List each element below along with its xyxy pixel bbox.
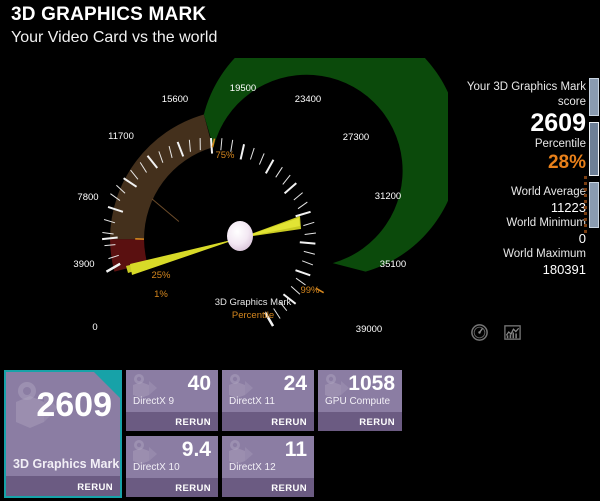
gauge-percentile-label: 75% bbox=[215, 150, 235, 161]
gauge-hub bbox=[227, 221, 253, 251]
tile-score: 24 bbox=[283, 372, 307, 395]
rerun-button[interactable]: RERUN bbox=[77, 482, 113, 493]
gauge-tick-label: 0 bbox=[92, 322, 97, 333]
score-label: Your 3D Graphics Mark score bbox=[466, 81, 586, 108]
gauge-caption-sub: Percentile bbox=[231, 310, 275, 321]
tile-name: DirectX 10 bbox=[133, 462, 180, 473]
tile-score: 11 bbox=[284, 438, 307, 461]
scrollbar-dots bbox=[584, 176, 587, 236]
tile-name: DirectX 11 bbox=[229, 396, 275, 407]
world-minimum-value: 0 bbox=[578, 231, 586, 246]
gauge-tick-label: 11700 bbox=[108, 131, 134, 142]
tile-directx-10[interactable]: 9.4 DirectX 10 RERUN bbox=[126, 436, 218, 497]
percentile-value: 28% bbox=[547, 152, 586, 173]
tile-directx-12[interactable]: 11 DirectX 12 RERUN bbox=[222, 436, 314, 497]
rerun-button[interactable]: RERUN bbox=[271, 483, 307, 494]
gauge-percentile-label: 99% bbox=[300, 285, 320, 296]
gauge-percentile-label: 1% bbox=[154, 289, 168, 300]
world-minimum-label: World Minimum bbox=[506, 217, 586, 229]
tile-name: GPU Compute bbox=[325, 396, 391, 407]
world-maximum-label: World Maximum bbox=[503, 248, 586, 260]
gauge-band-divider bbox=[151, 198, 180, 222]
tile-name: 3D Graphics Mark bbox=[13, 457, 120, 471]
gauge-caption-main: 3D Graphics Mark bbox=[214, 297, 292, 308]
gauge-tick-label: 31200 bbox=[375, 191, 401, 202]
scrollbar-thumb[interactable] bbox=[589, 122, 599, 176]
rerun-button[interactable]: RERUN bbox=[175, 483, 211, 494]
tile-score: 1058 bbox=[348, 372, 395, 395]
tile-name: DirectX 12 bbox=[229, 462, 276, 473]
results-tiles: 2609 3D Graphics Mark RERUN 40 DirectX 9… bbox=[4, 370, 596, 498]
speedometer-icon[interactable] bbox=[470, 323, 489, 342]
rerun-button[interactable]: RERUN bbox=[359, 417, 395, 428]
tile-score: 2609 bbox=[36, 386, 112, 424]
gauge-tick-label: 19500 bbox=[230, 83, 256, 94]
world-average-label: World Average bbox=[510, 186, 586, 198]
rerun-button[interactable]: RERUN bbox=[271, 417, 307, 428]
gauge-caption: 3D Graphics Mark Percentile bbox=[188, 296, 318, 322]
tile-3d-graphics-mark[interactable]: 2609 3D Graphics Mark RERUN bbox=[4, 370, 122, 498]
world-maximum-value: 180391 bbox=[542, 262, 586, 277]
gauge-needle bbox=[126, 216, 301, 275]
gauge-tick-label: 23400 bbox=[295, 94, 321, 105]
tile-name: DirectX 9 bbox=[133, 396, 175, 407]
rerun-button[interactable]: RERUN bbox=[175, 417, 211, 428]
scrollbar-segment[interactable] bbox=[589, 182, 599, 228]
tile-gpu-compute[interactable]: 1058 GPU Compute RERUN bbox=[318, 370, 402, 431]
chart-icon[interactable] bbox=[503, 323, 522, 342]
gauge-tick-label: 7800 bbox=[77, 192, 98, 203]
page-title: 3D GRAPHICS MARK bbox=[11, 4, 207, 25]
gauge-tick-label: 35100 bbox=[380, 259, 406, 270]
percentile-label: Percentile bbox=[534, 138, 586, 150]
tile-score: 40 bbox=[187, 372, 211, 395]
gauge-view-toggles bbox=[470, 323, 522, 342]
score-value: 2609 bbox=[530, 109, 586, 137]
world-average-value: 11223 bbox=[550, 200, 586, 215]
scrollbar[interactable] bbox=[584, 78, 600, 273]
page-subtitle: Your Video Card vs the world bbox=[11, 29, 218, 46]
tile-score: 9.4 bbox=[181, 438, 211, 461]
scrollbar-segment[interactable] bbox=[589, 78, 599, 116]
gauge-tick-label: 3900 bbox=[73, 259, 94, 270]
gauge-percentile-label: 25% bbox=[151, 270, 171, 281]
tile-directx-9[interactable]: 40 DirectX 9 RERUN bbox=[126, 370, 218, 431]
gauge-bands bbox=[110, 58, 448, 272]
gauge-panel: 0 3900 7800 11700 15600 19500 23400 2730… bbox=[0, 58, 521, 358]
stats-panel: Your 3D Graphics Mark score 2609 Percent… bbox=[438, 80, 586, 278]
gauge-tick-label: 27300 bbox=[343, 132, 369, 143]
tile-directx-11[interactable]: 24 DirectX 11 RERUN bbox=[222, 370, 314, 431]
page-header: 3D GRAPHICS MARK Your Video Card vs the … bbox=[0, 0, 600, 58]
gauge-tick-label: 39000 bbox=[356, 324, 382, 335]
gauge-tick-label: 15600 bbox=[162, 94, 188, 105]
